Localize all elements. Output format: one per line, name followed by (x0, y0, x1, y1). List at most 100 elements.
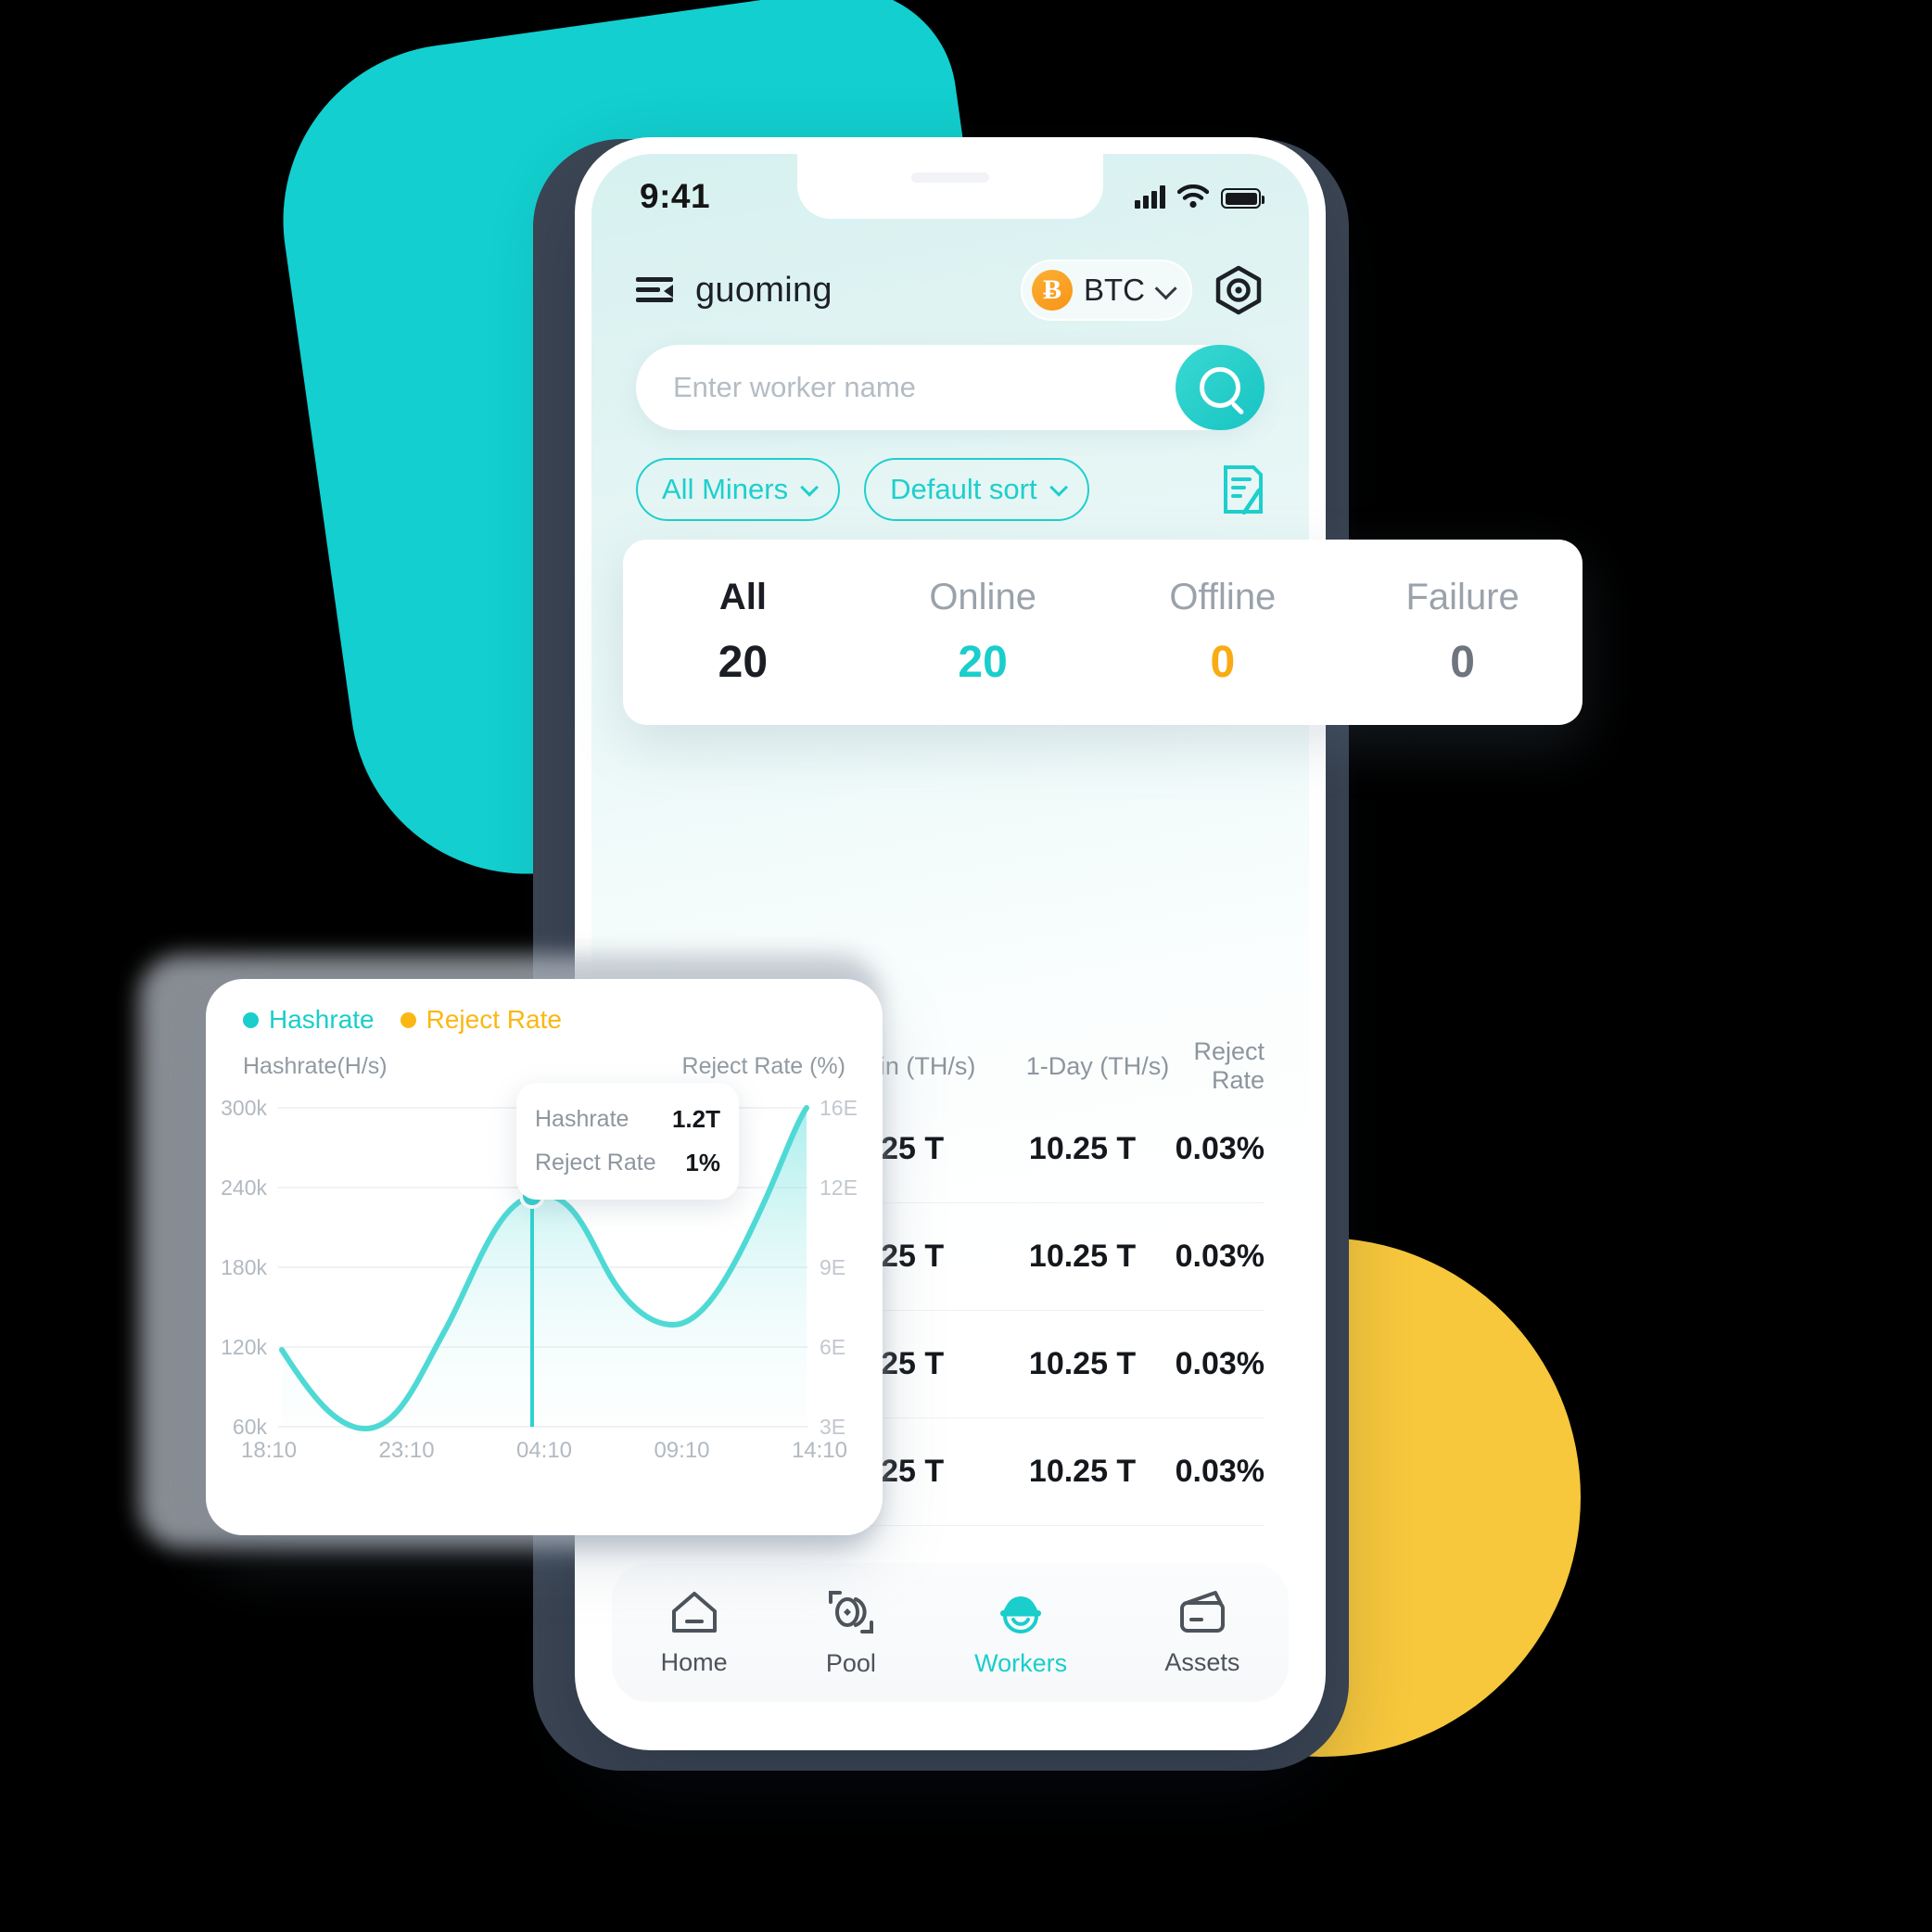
svg-text:12E: 12E (820, 1176, 858, 1200)
chart-yticks-right: 16E 12E 9E 6E 3E (820, 1096, 858, 1439)
legend-dot-icon (243, 1011, 259, 1028)
xtick: 09:10 (654, 1438, 710, 1463)
chart-axis-titles: Hashrate(H/s) Reject Rate (%) (206, 1035, 883, 1080)
stat-offline[interactable]: Offline 0 (1103, 577, 1343, 688)
svg-text:16E: 16E (820, 1096, 858, 1120)
stat-label: Offline (1169, 577, 1277, 617)
stat-value: 0 (1450, 638, 1475, 687)
xtick: 18:10 (241, 1438, 298, 1463)
stat-value: 20 (958, 638, 1008, 687)
coin-selector[interactable]: Ƀ BTC (1021, 260, 1192, 321)
svg-text:120k: 120k (221, 1335, 267, 1359)
search-bar (636, 345, 1265, 430)
cell-reject: 0.03% (1175, 1454, 1265, 1489)
status-bar: 9:41 (591, 154, 1309, 239)
signal-bars-icon (1135, 185, 1165, 209)
worker-status-summary: All 20 Online 20 Offline 0 Failure 0 (623, 540, 1582, 725)
left-axis-title: Hashrate(H/s) (243, 1053, 388, 1079)
stat-failure[interactable]: Failure 0 (1342, 577, 1582, 688)
search-input[interactable] (636, 345, 1265, 430)
svg-text:9E: 9E (820, 1255, 845, 1279)
wallet-icon (1179, 1590, 1225, 1633)
svg-text:3E: 3E (820, 1415, 845, 1439)
stat-value: 20 (718, 638, 769, 687)
svg-text:60k: 60k (233, 1415, 268, 1439)
header-left: guoming (636, 271, 833, 311)
bottom-navigation: Home Pool Workers Assets (612, 1563, 1289, 1702)
scene: 9:41 guoming Ƀ BTC Enter worker name All… (0, 0, 1932, 1932)
sort-filter-label: Default sort (890, 473, 1037, 505)
home-icon (671, 1591, 717, 1633)
svg-text:6E: 6E (820, 1335, 845, 1359)
stat-label: Failure (1405, 577, 1519, 617)
device-notch (797, 154, 1103, 219)
stat-label: Online (929, 577, 1036, 617)
legend-item-hashrate[interactable]: Hashrate (243, 1005, 375, 1035)
chart-legend: Hashrate Reject Rate (206, 979, 883, 1035)
miner-filter-dropdown[interactable]: All Miners (636, 458, 841, 521)
battery-icon (1221, 188, 1265, 209)
svg-text:240k: 240k (221, 1176, 267, 1200)
cell-reject: 0.03% (1175, 1346, 1265, 1381)
cell-1day: 10.25 T (1028, 1346, 1137, 1381)
tab-label: Pool (825, 1648, 876, 1677)
svg-text:180k: 180k (221, 1255, 267, 1279)
cell-1day: 10.25 T (1028, 1454, 1137, 1489)
tooltip-value: 1% (685, 1149, 720, 1176)
legend-label: Hashrate (269, 1005, 375, 1034)
cell-1day: 10.25 T (1028, 1131, 1137, 1166)
tooltip-row-hashrate: Hashrate 1.2T (535, 1098, 720, 1141)
right-axis-title: Reject Rate (%) (681, 1053, 845, 1079)
tooltip-row-rejectrate: Reject Rate 1% (535, 1141, 720, 1185)
chevron-down-icon (1154, 276, 1177, 299)
legend-dot-icon (400, 1011, 416, 1028)
xtick: 04:10 (515, 1438, 573, 1463)
tooltip-key: Hashrate (535, 1106, 629, 1132)
chart-yticks-left: 300k 240k 180k 120k 60k (221, 1096, 267, 1439)
wifi-icon (1177, 184, 1209, 209)
coin-label: BTC (1084, 273, 1145, 307)
tooltip-value: 1.2T (671, 1105, 720, 1133)
tab-assets[interactable]: Assets (1164, 1589, 1239, 1677)
chevron-down-icon (1049, 477, 1068, 497)
header-right: Ƀ BTC (1021, 260, 1265, 321)
pool-icon (828, 1590, 873, 1633)
sort-filter-dropdown[interactable]: Default sort (864, 458, 1089, 521)
legend-item-rejectrate[interactable]: Reject Rate (400, 1005, 562, 1035)
status-icons (1135, 184, 1265, 209)
tab-workers[interactable]: Workers (974, 1588, 1067, 1678)
cell-reject: 0.03% (1175, 1239, 1265, 1274)
tab-label: Workers (974, 1648, 1068, 1677)
bitcoin-icon: Ƀ (1032, 270, 1073, 311)
miner-helmet-icon (1000, 1595, 1042, 1633)
svg-text:300k: 300k (221, 1096, 267, 1120)
stat-value: 0 (1210, 638, 1236, 687)
xtick: 14:10 (791, 1438, 847, 1463)
search-button[interactable] (1176, 345, 1265, 430)
speaker-grille (911, 172, 989, 183)
tooltip-key: Reject Rate (535, 1150, 656, 1176)
stat-online[interactable]: Online 20 (863, 577, 1103, 688)
edit-document-icon[interactable] (1222, 464, 1265, 515)
stat-all[interactable]: All 20 (623, 577, 863, 688)
search-icon (1200, 367, 1240, 408)
cell-1day: 10.25 T (1028, 1239, 1137, 1274)
app-header: guoming Ƀ BTC (591, 239, 1309, 321)
tab-pool[interactable]: Pool (825, 1588, 877, 1678)
tab-home[interactable]: Home (661, 1589, 728, 1677)
account-name: guoming (695, 270, 833, 310)
column-header-1day: 1-Day (TH/s) (1025, 1051, 1170, 1080)
hashrate-chart-card: Hashrate Reject Rate Hashrate(H/s) Rejec… (206, 979, 883, 1535)
xtick: 23:10 (378, 1438, 435, 1463)
hamburger-collapse-icon[interactable] (636, 277, 673, 303)
hexagon-target-icon[interactable] (1213, 264, 1265, 316)
column-header-rejectrate: Reject Rate (1193, 1037, 1265, 1094)
tab-label: Home (660, 1647, 728, 1676)
tab-label: Assets (1164, 1647, 1240, 1676)
legend-label: Reject Rate (426, 1005, 562, 1034)
chart-xticks: 18:10 23:10 04:10 09:10 14:10 (206, 1438, 883, 1464)
filter-row: All Miners Default sort (636, 458, 1265, 521)
chevron-down-icon (800, 477, 820, 497)
stat-label: All (718, 577, 767, 617)
chart-plot-area: 300k 240k 180k 120k 60k 16E 12E 9E 6E 3E (206, 1083, 883, 1477)
